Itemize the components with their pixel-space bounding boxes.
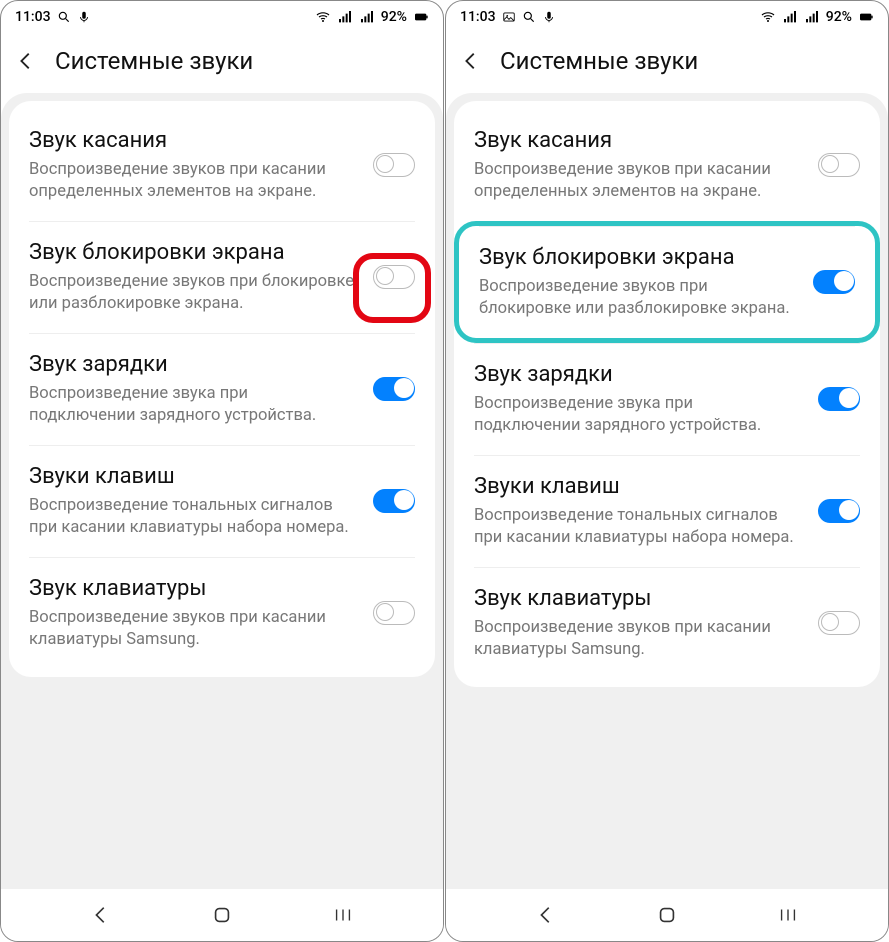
navbar bbox=[446, 889, 888, 941]
item-title: Звук блокировки экрана bbox=[29, 239, 357, 267]
signal-icon bbox=[782, 9, 798, 25]
signal-icon bbox=[359, 9, 375, 25]
battery-percent: 92% bbox=[826, 9, 852, 25]
nav-home-icon[interactable] bbox=[211, 904, 233, 926]
nav-home-icon[interactable] bbox=[656, 904, 678, 926]
item-desc: Воспроизведение звуков при блокировке ил… bbox=[29, 271, 357, 316]
item-touch-sound[interactable]: Звук касания Воспроизведение звуков при … bbox=[454, 109, 880, 221]
search-icon bbox=[522, 10, 536, 24]
nav-back-icon[interactable] bbox=[90, 904, 112, 926]
content: Звук касания Воспроизведение звуков при … bbox=[1, 93, 443, 889]
toggle-dialpad-sound[interactable] bbox=[818, 499, 860, 523]
toggle-keyboard-sound[interactable] bbox=[818, 611, 860, 635]
item-title: Звуки клавиш bbox=[474, 473, 802, 501]
item-charging-sound[interactable]: Звук зарядки Воспроизведение звука при п… bbox=[9, 333, 435, 445]
item-keyboard-sound[interactable]: Звук клавиатуры Воспроизведение звуков п… bbox=[9, 557, 435, 669]
toggle-screen-lock-sound[interactable] bbox=[813, 270, 855, 294]
image-icon bbox=[502, 10, 516, 24]
item-desc: Воспроизведение звука при подключении за… bbox=[29, 383, 357, 428]
phone-left: 11:03 92% Системные звуки Звук касания В… bbox=[0, 0, 444, 942]
item-title: Звук блокировки экрана bbox=[479, 244, 797, 272]
status-bar: 11:03 92% bbox=[446, 1, 888, 33]
battery-icon bbox=[413, 9, 429, 25]
item-title: Звук клавиатуры bbox=[29, 575, 357, 603]
mic-icon bbox=[77, 10, 91, 24]
nav-recents-icon[interactable] bbox=[777, 904, 799, 926]
header: Системные звуки bbox=[1, 33, 443, 93]
battery-icon bbox=[858, 9, 874, 25]
item-desc: Воспроизведение звуков при касании опред… bbox=[29, 159, 357, 204]
back-icon[interactable] bbox=[15, 50, 37, 72]
item-dialpad-sound[interactable]: Звуки клавиш Воспроизведение тональных с… bbox=[9, 445, 435, 557]
toggle-screen-lock-sound[interactable] bbox=[373, 265, 415, 289]
content: Звук касания Воспроизведение звуков при … bbox=[446, 93, 888, 889]
phone-right: 11:03 92% Системные звуки Звук касания В… bbox=[445, 0, 889, 942]
search-icon bbox=[57, 10, 71, 24]
status-time: 11:03 bbox=[15, 9, 51, 25]
toggle-touch-sound[interactable] bbox=[818, 153, 860, 177]
item-screen-lock-sound[interactable]: Звук блокировки экрана Воспроизведение з… bbox=[454, 221, 880, 343]
item-desc: Воспроизведение тональных сигналов при к… bbox=[474, 505, 802, 550]
nav-recents-icon[interactable] bbox=[332, 904, 354, 926]
item-charging-sound[interactable]: Звук зарядки Воспроизведение звука при п… bbox=[454, 343, 880, 455]
status-time: 11:03 bbox=[460, 9, 496, 25]
settings-panel: Звук касания Воспроизведение звуков при … bbox=[9, 101, 435, 677]
item-title: Звук зарядки bbox=[29, 351, 357, 379]
item-title: Звук касания bbox=[474, 127, 802, 155]
item-desc: Воспроизведение звуков при касании клави… bbox=[474, 617, 802, 662]
back-icon[interactable] bbox=[460, 50, 482, 72]
item-title: Звуки клавиш bbox=[29, 463, 357, 491]
mic-icon bbox=[542, 10, 556, 24]
settings-panel: Звук касания Воспроизведение звуков при … bbox=[454, 101, 880, 687]
page-title: Системные звуки bbox=[500, 47, 698, 75]
header: Системные звуки bbox=[446, 33, 888, 93]
page-title: Системные звуки bbox=[55, 47, 253, 75]
item-keyboard-sound[interactable]: Звук клавиатуры Воспроизведение звуков п… bbox=[454, 567, 880, 679]
nav-back-icon[interactable] bbox=[535, 904, 557, 926]
item-desc: Воспроизведение тональных сигналов при к… bbox=[29, 495, 357, 540]
toggle-dialpad-sound[interactable] bbox=[373, 489, 415, 513]
status-bar: 11:03 92% bbox=[1, 1, 443, 33]
item-desc: Воспроизведение звука при подключении за… bbox=[474, 393, 802, 438]
item-desc: Воспроизведение звуков при касании клави… bbox=[29, 607, 357, 652]
toggle-charging-sound[interactable] bbox=[818, 387, 860, 411]
battery-percent: 92% bbox=[381, 9, 407, 25]
item-title: Звук зарядки bbox=[474, 361, 802, 389]
item-desc: Воспроизведение звуков при касании опред… bbox=[474, 159, 802, 204]
item-touch-sound[interactable]: Звук касания Воспроизведение звуков при … bbox=[9, 109, 435, 221]
signal-icon bbox=[337, 9, 353, 25]
toggle-charging-sound[interactable] bbox=[373, 377, 415, 401]
item-title: Звук клавиатуры bbox=[474, 585, 802, 613]
toggle-touch-sound[interactable] bbox=[373, 153, 415, 177]
item-title: Звук касания bbox=[29, 127, 357, 155]
navbar bbox=[1, 889, 443, 941]
toggle-keyboard-sound[interactable] bbox=[373, 601, 415, 625]
item-desc: Воспроизведение звуков при блокировке ил… bbox=[479, 276, 797, 321]
wifi-icon bbox=[315, 9, 331, 25]
item-screen-lock-sound[interactable]: Звук блокировки экрана Воспроизведение з… bbox=[9, 221, 435, 333]
item-dialpad-sound[interactable]: Звуки клавиш Воспроизведение тональных с… bbox=[454, 455, 880, 567]
signal-icon bbox=[804, 9, 820, 25]
wifi-icon bbox=[760, 9, 776, 25]
